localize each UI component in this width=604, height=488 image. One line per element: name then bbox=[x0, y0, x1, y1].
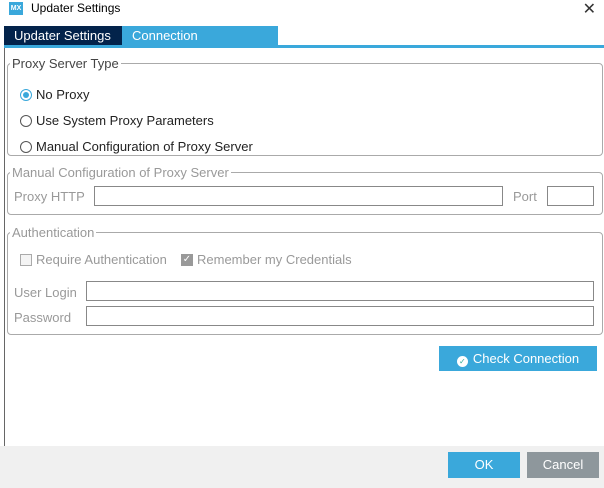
title-bar: MX Updater Settings ✕ bbox=[0, 0, 604, 18]
radio-manual-proxy[interactable]: Manual Configuration of Proxy Server bbox=[20, 139, 253, 154]
cancel-button[interactable]: Cancel bbox=[527, 452, 599, 478]
radio-system-proxy[interactable]: Use System Proxy Parameters bbox=[20, 113, 214, 128]
radio-icon bbox=[20, 114, 32, 127]
check-connection-button[interactable]: ✓ Check Connection bbox=[439, 346, 597, 371]
check-circle-icon: ✓ bbox=[456, 356, 468, 367]
manual-proxy-legend: Manual Configuration of Proxy Server bbox=[12, 165, 229, 180]
checkbox-checked-icon: ✓ bbox=[181, 253, 193, 266]
ok-button[interactable]: OK bbox=[448, 452, 520, 478]
checkbox-icon bbox=[20, 253, 32, 266]
proxy-http-label: Proxy HTTP bbox=[14, 189, 85, 204]
manual-proxy-group: Manual Configuration of Proxy Server Pro… bbox=[7, 165, 603, 215]
checkbox-label: Require Authentication bbox=[36, 252, 167, 267]
checkbox-label: Remember my Credentials bbox=[197, 252, 352, 267]
connection-panel: Proxy Server Type No Proxy Use System Pr… bbox=[4, 48, 604, 446]
password-input[interactable] bbox=[86, 306, 594, 326]
remember-credentials-checkbox[interactable]: ✓ Remember my Credentials bbox=[181, 252, 352, 267]
tab-updater-settings[interactable]: Updater Settings bbox=[4, 26, 122, 45]
tab-connection-parameters[interactable]: Connection Parameters bbox=[122, 26, 278, 62]
radio-no-proxy[interactable]: No Proxy bbox=[20, 87, 89, 102]
proxy-http-input[interactable] bbox=[94, 186, 503, 206]
radio-label: Manual Configuration of Proxy Server bbox=[36, 139, 253, 154]
password-label: Password bbox=[14, 310, 72, 325]
require-auth-checkbox[interactable]: Require Authentication bbox=[20, 252, 167, 267]
radio-label: Use System Proxy Parameters bbox=[36, 113, 214, 128]
window-title: Updater Settings bbox=[31, 1, 121, 15]
proxy-type-legend: Proxy Server Type bbox=[12, 56, 119, 71]
radio-label: No Proxy bbox=[36, 87, 90, 102]
user-login-label: User Login bbox=[14, 285, 77, 300]
check-connection-label: Check Connection bbox=[472, 351, 580, 366]
proxy-type-group: Proxy Server Type No Proxy Use System Pr… bbox=[7, 56, 603, 156]
app-logo: MX bbox=[9, 2, 23, 15]
port-label: Port bbox=[513, 189, 537, 204]
dialog-footer: OK Cancel bbox=[0, 446, 604, 488]
radio-icon bbox=[20, 140, 32, 153]
authentication-group: Authentication Require Authentication ✓ R… bbox=[7, 225, 603, 335]
close-icon[interactable]: ✕ bbox=[583, 0, 596, 19]
authentication-legend: Authentication bbox=[12, 225, 95, 240]
port-input[interactable] bbox=[547, 186, 594, 206]
user-login-input[interactable] bbox=[86, 281, 594, 301]
radio-checked-icon bbox=[20, 88, 32, 101]
